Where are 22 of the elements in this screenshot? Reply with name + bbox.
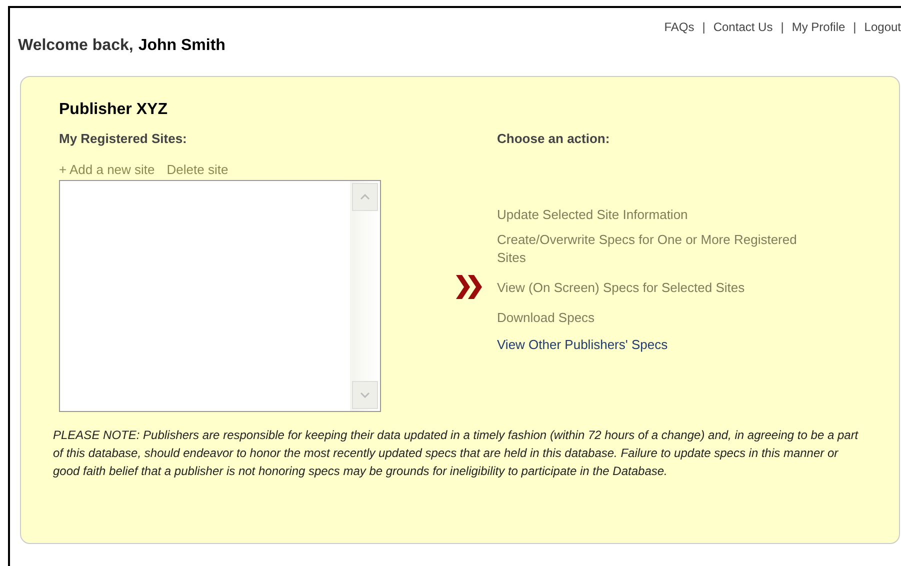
sites-heading: My Registered Sites: — [59, 131, 188, 146]
header-link[interactable]: FAQs — [664, 20, 694, 34]
caret-up-icon — [360, 194, 370, 200]
link-separator: | — [853, 20, 856, 34]
scrollbar[interactable] — [350, 181, 380, 411]
action-link[interactable]: View Other Publishers' Specs — [497, 334, 807, 355]
sites-list[interactable] — [59, 180, 381, 412]
header-link[interactable]: Contact Us — [713, 20, 773, 34]
site-link[interactable]: Delete site — [166, 162, 228, 177]
scroll-down-button[interactable] — [352, 381, 378, 409]
link-separator: | — [780, 20, 784, 34]
notice-text: PLEASE NOTE: Publishers are responsible for keeping their data updated in a timely fashion (within 72 hours of a change) and, in agreeing to be a part of this database, should endeavor to honor the most recently updated specs that are held in this database. Failure to update specs in this manner or good faith belief that a publisher is not honoring specs may be grounds for ineligibility to participate in the Database. — [53, 427, 860, 480]
header-link[interactable]: Logout — [864, 20, 901, 34]
welcome-text: Welcome back, — [18, 37, 134, 54]
publisher-title: Publisher XYZ — [59, 101, 168, 119]
caret-down-icon — [360, 392, 370, 398]
header-link[interactable]: My Profile — [792, 20, 846, 34]
scroll-up-button[interactable] — [352, 183, 378, 211]
site-link[interactable]: + Add a new site — [59, 162, 155, 177]
user-name: John Smith — [138, 37, 226, 54]
actions-heading: Choose an action: — [497, 131, 611, 146]
link-separator: | — [702, 20, 706, 34]
